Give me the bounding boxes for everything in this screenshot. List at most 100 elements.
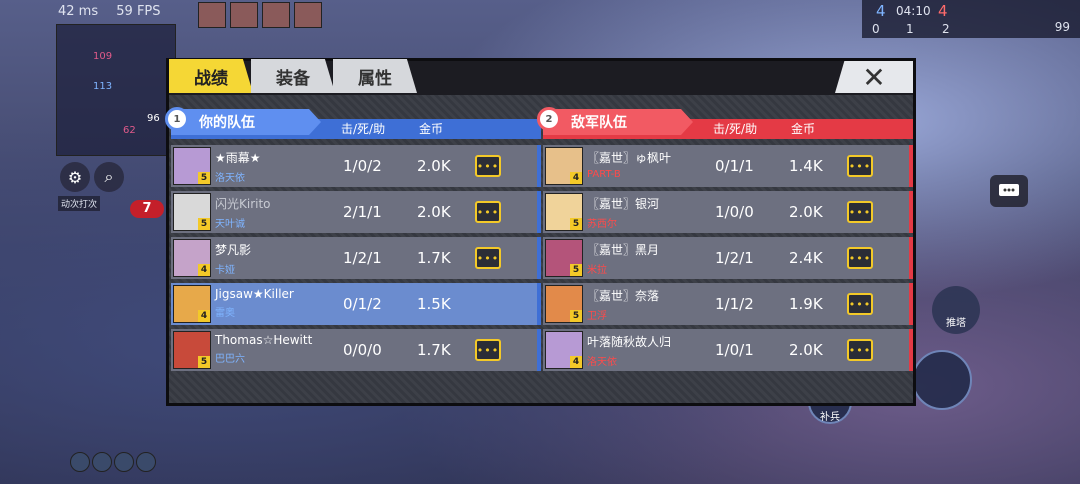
chat-icon[interactable]: ••• — [847, 339, 873, 361]
player-row[interactable]: 4 叶落随秋故人归 洛天依 1/0/1 2.0K ••• — [543, 329, 913, 371]
item-slot[interactable] — [114, 452, 134, 472]
player-row[interactable]: 5 〖嘉世〗奈落 卫浮 1/1/2 1.9K ••• — [543, 283, 913, 325]
player-row[interactable]: 5 〖嘉世〗银河 苏西尔 1/0/0 2.0K ••• — [543, 191, 913, 233]
chat-icon[interactable]: ••• — [847, 201, 873, 223]
attack-skill-button[interactable] — [912, 350, 972, 410]
player-names: 叶落随秋故人归 洛天依 — [587, 333, 671, 368]
team-star-icon: 2 — [537, 107, 561, 131]
player-name: ★雨幕★ — [215, 151, 261, 165]
item-slot[interactable] — [136, 452, 156, 472]
hero-level-badge: 4 — [198, 264, 210, 276]
deaths-value: 0 — [872, 22, 880, 36]
blue-kills: 4 — [876, 2, 886, 20]
player-name: Jigsaw★Killer — [215, 287, 294, 301]
player-kda: 0/0/0 — [343, 341, 382, 359]
gold-column-header: 金币 — [419, 122, 444, 136]
player-row[interactable]: 5 Thomas☆Hewitt 巴巴六 0/0/0 1.7K ••• — [171, 329, 541, 371]
player-gold: 2.0K — [417, 157, 451, 175]
hero-name: 天叶诚 — [215, 219, 245, 230]
player-kda: 2/1/1 — [343, 203, 382, 221]
hero-avatar: 5 — [173, 193, 211, 231]
hero-name: 洛天依 — [587, 357, 617, 368]
player-gold: 1.7K — [417, 341, 451, 359]
chat-icon[interactable]: ••• — [475, 247, 501, 269]
player-name: 闪光Kirito — [215, 197, 271, 211]
left-team-section: 你的队伍 1 击/死/助 金币 5 ★雨幕★ 洛天依 1/0/2 2.0K ••• 5 闪光Kirit… — [165, 107, 541, 375]
hero-level-badge: 4 — [570, 172, 582, 184]
player-gold: 1.5K — [417, 295, 451, 313]
network-stats: 42 ms 59 FPS — [58, 4, 175, 19]
player-kda: 1/0/1 — [715, 341, 754, 359]
player-names: 〖嘉世〗银河 苏西尔 — [587, 195, 659, 230]
hero-avatar: 5 — [545, 193, 583, 231]
team-header: 你的队伍 1 击/死/助 金币 — [165, 107, 541, 139]
hero-level-badge: 4 — [198, 310, 210, 322]
hero-avatar: 4 — [545, 331, 583, 369]
team-header: 敌军队伍 2 击/死/助 金币 — [537, 107, 913, 139]
player-gold: 2.0K — [789, 203, 823, 221]
close-icon: ✕ — [862, 60, 886, 94]
chat-icon[interactable]: ••• — [475, 201, 501, 223]
settings-icon[interactable]: ⚙ — [60, 162, 90, 192]
emote-label: 动次打次 — [58, 196, 101, 211]
player-gold: 1.4K — [789, 157, 823, 175]
player-name: 叶落随秋故人归 — [587, 335, 672, 349]
player-kda: 1/2/1 — [343, 249, 382, 267]
hero-avatar: 5 — [173, 331, 211, 369]
player-row[interactable]: 5 ★雨幕★ 洛天依 1/0/2 2.0K ••• — [171, 145, 541, 187]
chat-bubble-icon[interactable] — [990, 175, 1028, 207]
player-name: 〖嘉世〗黑月 — [587, 243, 660, 257]
player-row[interactable]: 4 〖嘉世〗ゅ枫叶 PART-B 0/1/1 1.4K ••• — [543, 145, 913, 187]
match-time: 04:10 — [896, 4, 931, 18]
hero-portrait — [198, 2, 226, 28]
player-gold: 1.9K — [789, 295, 823, 313]
chat-icon[interactable]: ••• — [847, 247, 873, 269]
chat-icon[interactable]: ••• — [475, 155, 501, 177]
cs-value: 2 — [942, 22, 950, 36]
ping-label: 42 ms — [58, 4, 99, 19]
player-row[interactable]: 5 闪光Kirito 天叶诚 2/1/1 2.0K ••• — [171, 191, 541, 233]
player-names: 〖嘉世〗奈落 卫浮 — [587, 287, 659, 322]
team-title: 你的队伍 — [171, 109, 321, 135]
item-slot[interactable] — [92, 452, 112, 472]
player-gold: 2.0K — [417, 203, 451, 221]
player-row[interactable]: 4 梦凡影 卡娅 1/2/1 1.7K ••• — [171, 237, 541, 279]
hero-level-badge: 5 — [570, 218, 582, 230]
player-name: 〖嘉世〗奈落 — [587, 289, 660, 303]
chat-icon[interactable]: ••• — [847, 293, 873, 315]
chat-icon[interactable]: ••• — [847, 155, 873, 177]
close-button[interactable]: ✕ — [835, 61, 913, 93]
tab-record[interactable]: 战绩 — [169, 59, 253, 93]
item-slots — [70, 452, 156, 472]
team-star-icon: 1 — [165, 107, 189, 131]
zoom-icon[interactable]: ⌕ — [94, 162, 124, 192]
tab-attributes[interactable]: 属性 — [333, 59, 417, 93]
hero-name: 米拉 — [587, 265, 607, 276]
player-gold: 1.7K — [417, 249, 451, 267]
hero-level-badge: 5 — [198, 356, 210, 368]
player-row[interactable]: 5 〖嘉世〗黑月 米拉 1/2/1 2.4K ••• — [543, 237, 913, 279]
player-kda: 1/0/2 — [343, 157, 382, 175]
player-names: ★雨幕★ 洛天依 — [215, 149, 261, 184]
hero-avatar: 4 — [545, 147, 583, 185]
hero-level-badge: 4 — [570, 356, 582, 368]
hero-portrait — [230, 2, 258, 28]
hero-avatar: 5 — [545, 239, 583, 277]
gold-value: 99 — [1054, 20, 1070, 34]
push-tower-label: 推塔 — [946, 318, 966, 329]
chat-icon[interactable]: ••• — [475, 339, 501, 361]
tab-equipment[interactable]: 装备 — [251, 59, 335, 93]
item-slot[interactable] — [70, 452, 90, 472]
assists-value: 1 — [906, 22, 914, 36]
hero-portrait — [294, 2, 322, 28]
match-stats: 4 04:10 4 0 1 2 99 — [862, 0, 1080, 38]
player-names: Jigsaw★Killer 雷奥 — [215, 287, 294, 319]
push-tower-button[interactable]: 推塔 — [932, 286, 980, 334]
player-name: 〖嘉世〗ゅ枫叶 — [587, 151, 672, 165]
player-kda: 1/1/2 — [715, 295, 754, 313]
gold-column-header: 金币 — [791, 122, 816, 136]
hero-level-badge: 5 — [570, 264, 582, 276]
player-row[interactable]: 4 Jigsaw★Killer 雷奥 0/1/2 1.5K — [171, 283, 541, 325]
minimap-number: 113 — [93, 81, 113, 92]
minimap[interactable]: 109 113 62 96 — [56, 24, 176, 156]
